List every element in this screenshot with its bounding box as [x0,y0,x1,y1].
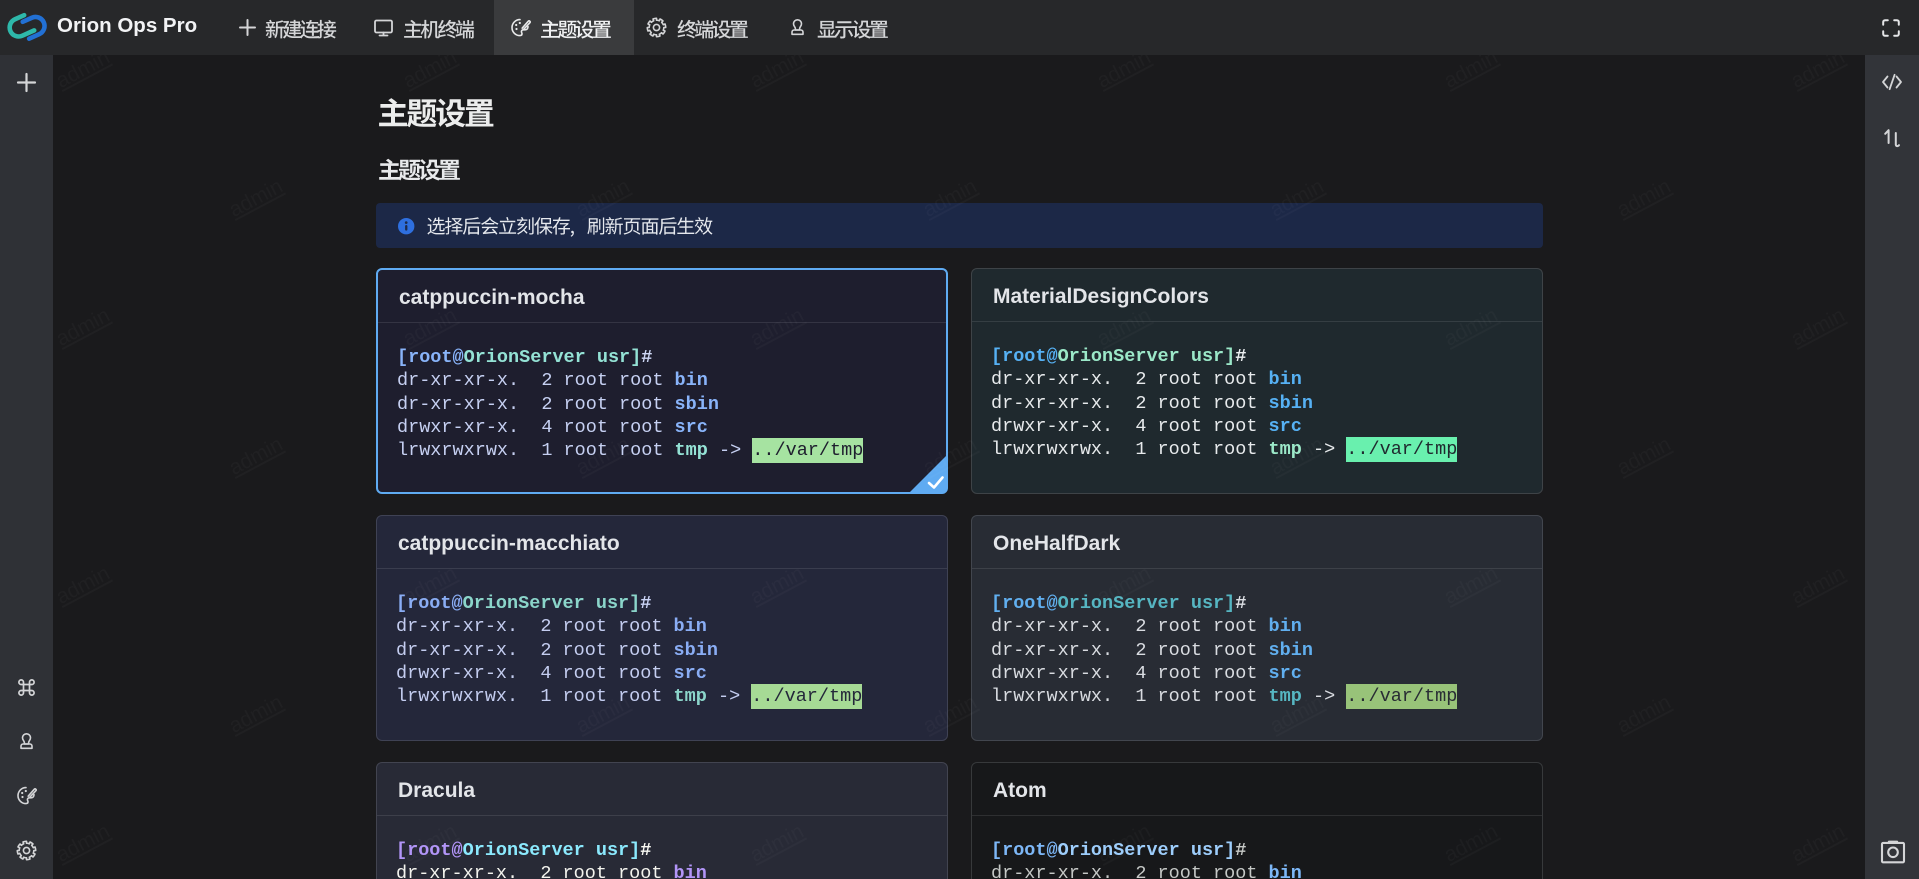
svg-text:admin: admin [1613,175,1674,222]
svg-text:admin: admin [53,820,114,867]
svg-text:admin: admin [1787,820,1848,867]
svg-text:admin: admin [1613,691,1674,738]
svg-text:admin: admin [53,562,114,609]
svg-text:admin: admin [53,304,114,351]
svg-text:admin: admin [53,55,114,93]
svg-text:admin: admin [225,175,286,222]
svg-text:admin: admin [1787,304,1848,351]
svg-text:admin: admin [225,691,286,738]
svg-text:admin: admin [1093,55,1154,93]
svg-text:admin: admin [399,55,460,93]
svg-text:admin: admin [1440,55,1501,93]
svg-text:admin: admin [1787,562,1848,609]
svg-text:admin: admin [225,433,286,480]
svg-text:admin: admin [1613,433,1674,480]
svg-text:admin: admin [1787,55,1848,93]
svg-text:admin: admin [746,55,807,93]
